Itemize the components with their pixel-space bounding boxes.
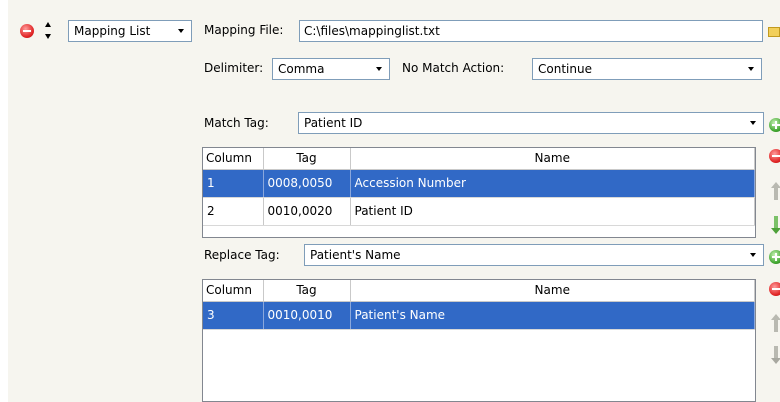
remove-match-row-icon[interactable] [769,149,780,163]
replace-tag-label: Replace Tag: [204,248,280,262]
replace-tag-dropdown[interactable]: Patient's Name [304,244,764,266]
name-header[interactable]: Name [350,148,755,170]
add-match-tag-icon[interactable] [769,118,780,132]
table-header: Column Tag Name [203,280,755,302]
remove-rule-icon[interactable] [20,24,34,38]
no-match-action-label: No Match Action: [402,61,505,75]
no-match-action-value: Continue [538,62,592,76]
chevron-down-icon [369,59,389,79]
tag-header[interactable]: Tag [263,280,351,302]
table-row[interactable]: 2 0010,0020 Patient ID [203,197,755,226]
folder-icon[interactable] [768,27,780,37]
add-replace-tag-icon[interactable] [769,250,780,264]
row-name: Accession Number [350,169,755,198]
arrow-up-icon[interactable] [771,314,780,332]
mapping-file-input[interactable]: C:\files\mappinglist.txt [299,20,763,42]
no-match-action-dropdown[interactable]: Continue [532,58,762,80]
remove-replace-row-icon[interactable] [769,282,780,296]
table-row[interactable]: 1 0008,0050 Accession Number [203,169,755,198]
replace-tag-value: Patient's Name [310,248,401,262]
row-tag: 0010,0010 [263,301,351,330]
row-name: Patient ID [350,197,755,226]
row-name: Patient's Name [350,301,755,330]
name-header[interactable]: Name [350,280,755,302]
chevron-down-icon [743,113,763,133]
rule-type-dropdown[interactable]: Mapping List [68,20,192,42]
arrow-down-icon[interactable] [771,216,780,234]
arrow-down-icon[interactable] [771,346,780,364]
delimiter-value: Comma [278,62,325,76]
match-tag-label: Match Tag: [204,116,269,130]
row-tag: 0008,0050 [263,169,351,198]
row-column: 3 [203,301,264,330]
column-header[interactable]: Column [203,280,264,302]
row-column: 1 [203,169,264,198]
match-tag-dropdown[interactable]: Patient ID [298,112,764,134]
column-header[interactable]: Column [203,148,264,170]
tag-header[interactable]: Tag [263,148,351,170]
arrow-up-icon[interactable] [771,182,780,200]
up-down-arrows-icon[interactable] [45,21,53,41]
table-row[interactable]: 3 0010,0010 Patient's Name [203,301,755,330]
row-tag: 0010,0020 [263,197,351,226]
row-column: 2 [203,197,264,226]
replace-tag-table[interactable]: Column Tag Name 3 0010,0010 Patient's Na… [202,279,756,402]
chevron-down-icon [171,21,191,41]
mapping-file-label: Mapping File: [204,23,284,37]
table-header: Column Tag Name [203,148,755,170]
rule-panel: Mapping List Mapping File: C:\files\mapp… [8,0,780,402]
chevron-down-icon [743,245,763,265]
delimiter-label: Delimiter: [204,61,264,75]
rule-type-value: Mapping List [74,24,151,38]
delimiter-dropdown[interactable]: Comma [272,58,390,80]
match-tag-value: Patient ID [304,116,363,130]
chevron-down-icon [741,59,761,79]
match-tag-table[interactable]: Column Tag Name 1 0008,0050 Accession Nu… [202,147,756,238]
